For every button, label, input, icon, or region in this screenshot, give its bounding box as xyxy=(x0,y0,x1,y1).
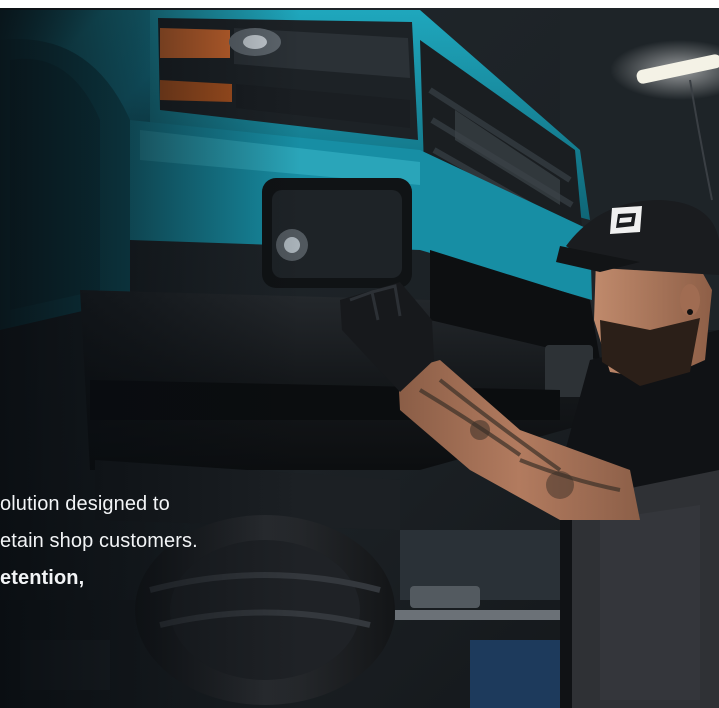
left-gradient-overlay xyxy=(0,0,300,708)
hero-copy-line-3: etention, xyxy=(0,567,85,589)
hero-copy: olution designed to etain shop customers… xyxy=(0,486,320,597)
cap-logo-icon xyxy=(610,206,642,234)
top-edge xyxy=(0,0,719,8)
hero-image: olution designed to etain shop customers… xyxy=(0,0,719,708)
hero-copy-line-1: olution designed to xyxy=(0,493,170,515)
hero-copy-line-2: etain shop customers. xyxy=(0,530,198,552)
